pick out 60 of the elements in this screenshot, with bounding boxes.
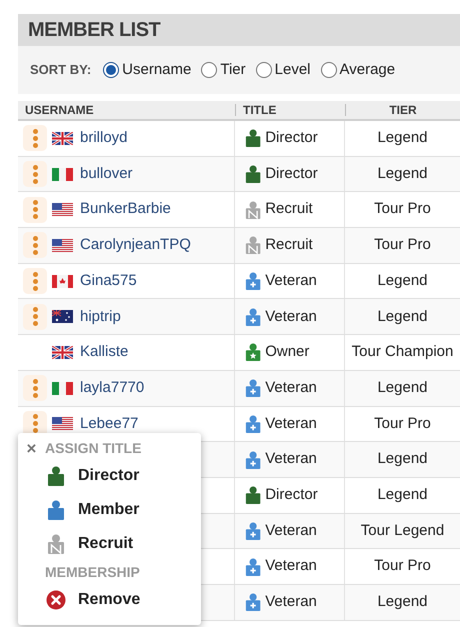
tier-cell-text: Tour Pro xyxy=(374,414,431,434)
title-cell-text: Veteran xyxy=(265,306,317,327)
title-cell-text: Veteran xyxy=(265,449,317,470)
tier-cell-text: Tour Legend xyxy=(360,520,444,541)
menu-item[interactable]: Member xyxy=(18,493,201,527)
sort-radio[interactable]: Average xyxy=(320,58,396,82)
sort-radio[interactable]: Tier xyxy=(201,58,246,82)
tier-cell-text: Legend xyxy=(377,449,428,470)
tier-cell-text: Legend xyxy=(377,592,428,612)
menu-item[interactable]: Remove xyxy=(18,583,201,617)
username-link[interactable]: Gina575 xyxy=(80,270,137,292)
title-cell-text: Veteran xyxy=(265,414,317,434)
title-cell-text: Director xyxy=(265,164,318,184)
panel-title: MEMBER LIST xyxy=(28,18,160,43)
title-cell-text: Recruit xyxy=(265,235,313,256)
username-link[interactable]: hiptrip xyxy=(80,306,121,328)
row-menu-button[interactable] xyxy=(23,125,47,152)
tier-cell-text: Legend xyxy=(377,306,428,327)
username-link[interactable]: layla7770 xyxy=(80,376,144,400)
row-menu-button[interactable] xyxy=(23,196,47,223)
tier-cell-text: Legend xyxy=(377,484,428,505)
row-menu-button[interactable] xyxy=(23,268,47,294)
title-cell-text: Director xyxy=(265,484,318,505)
menu-heading: ASSIGN TITLE xyxy=(45,438,142,458)
sort-radio[interactable]: Username xyxy=(103,58,192,82)
username-link[interactable]: CarolynjeanTPQ xyxy=(80,234,191,257)
tier-cell-text: Legend xyxy=(377,128,428,148)
sort-radio[interactable]: Level xyxy=(256,58,310,82)
title-cell-text: Veteran xyxy=(265,592,317,612)
tier-cell-text: Legend xyxy=(377,164,428,184)
username-link[interactable]: Lebee77 xyxy=(80,412,138,436)
username-link[interactable]: brilloyd xyxy=(80,127,128,150)
title-cell-text: Director xyxy=(265,128,318,148)
sort-label: SORT BY: xyxy=(30,61,92,80)
column-header: TITLE xyxy=(243,102,276,119)
tier-cell-text: Legend xyxy=(377,378,428,398)
column-header: TIER xyxy=(389,102,417,119)
title-cell-text: Veteran xyxy=(265,270,317,291)
tier-cell-text: Tour Pro xyxy=(374,235,431,256)
title-cell-text: Veteran xyxy=(265,520,317,541)
title-cell-text: Recruit xyxy=(265,199,313,220)
tier-cell-text: Tour Champion xyxy=(352,342,454,362)
title-cell-text: Veteran xyxy=(265,556,317,576)
row-menu-button[interactable] xyxy=(23,161,47,188)
close-button[interactable]: × xyxy=(26,440,36,456)
menu-item[interactable]: Recruit xyxy=(18,527,201,561)
username-link[interactable]: bullover xyxy=(80,162,133,186)
row-menu-button[interactable] xyxy=(23,304,47,330)
tier-cell-text: Tour Pro xyxy=(374,556,431,576)
title-cell-text: Veteran xyxy=(265,378,317,398)
row-menu-button[interactable] xyxy=(23,232,47,258)
menu-item[interactable]: Director xyxy=(18,459,201,493)
username-link[interactable]: Kalliste xyxy=(80,341,128,364)
tier-cell-text: Legend xyxy=(377,270,428,291)
column-header: USERNAME xyxy=(25,102,94,119)
row-menu-button[interactable] xyxy=(23,375,47,402)
username-link[interactable]: BunkerBarbie xyxy=(80,198,171,221)
title-cell-text: Owner xyxy=(265,342,310,362)
tier-cell-text: Tour Pro xyxy=(374,199,431,220)
menu-heading: MEMBERSHIP xyxy=(45,562,140,582)
